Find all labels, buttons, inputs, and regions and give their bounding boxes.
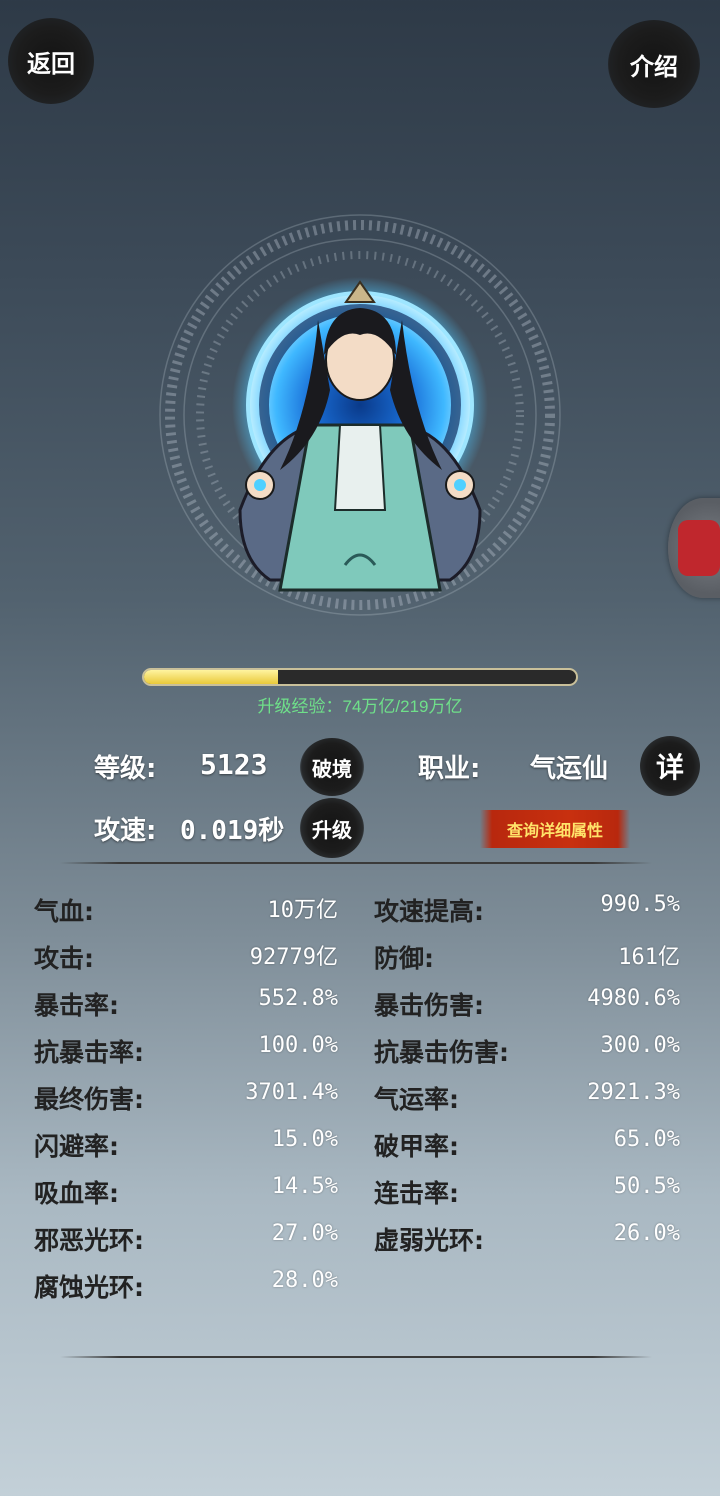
breakthrough-button[interactable]: 破境 [300, 738, 364, 796]
stat-value: 4980.6% [587, 986, 680, 1011]
stat-row: 最终伤害: 3701.4% 气运率: 2921.3% [34, 1080, 684, 1126]
attack-speed-label: 攻速: [94, 816, 157, 846]
stat-value: 3701.4% [245, 1080, 338, 1105]
book-icon [678, 520, 720, 576]
stat-label: 虚弱光环: [374, 1226, 484, 1255]
experience-bar [142, 668, 578, 686]
stat-value: 28.0% [271, 1268, 338, 1293]
class-value: 气运仙 [530, 754, 609, 784]
experience-fill [144, 670, 278, 684]
stat-value: 14.5% [271, 1174, 338, 1199]
level-label: 等级: [94, 754, 157, 784]
stat-row: 气血: 10万亿 攻速提高: 990.5% [34, 892, 684, 938]
stat-value: 50.5% [613, 1174, 680, 1199]
character-portrait [150, 210, 570, 640]
stat-label: 抗暴击伤害: [374, 1038, 509, 1067]
stat-label: 腐蚀光环: [34, 1273, 144, 1302]
experience-text: 升级经验：74万亿/219万亿 [257, 697, 463, 716]
intro-button[interactable]: 介绍 [608, 20, 700, 108]
side-book-tab[interactable] [668, 498, 720, 598]
stat-value: 15.0% [271, 1127, 338, 1152]
stat-label: 攻速提高: [374, 897, 484, 926]
query-attributes-button[interactable]: 查询详细属性 [480, 810, 630, 848]
stat-label: 最终伤害: [34, 1085, 144, 1114]
portrait-art [159, 214, 561, 616]
stat-row: 吸血率: 14.5% 连击率: 50.5% [34, 1174, 684, 1220]
stat-value: 2921.3% [587, 1080, 680, 1105]
stat-label: 暴击伤害: [374, 991, 484, 1020]
stat-value: 27.0% [271, 1221, 338, 1246]
stat-row: 腐蚀光环: 28.0% [34, 1268, 684, 1314]
stat-value: 300.0% [600, 1033, 680, 1058]
stat-label: 破甲率: [374, 1132, 459, 1161]
stat-label: 攻击: [34, 944, 94, 973]
stat-value: 990.5% [600, 892, 680, 917]
divider-bottom [60, 1356, 652, 1358]
stat-row: 邪恶光环: 27.0% 虚弱光环: 26.0% [34, 1221, 684, 1267]
stat-value: 26.0% [613, 1221, 680, 1246]
stat-label: 连击率: [374, 1179, 459, 1208]
stat-value: 552.8% [258, 986, 338, 1011]
stat-value: 10万亿 [267, 898, 339, 923]
upgrade-button[interactable]: 升级 [300, 798, 364, 858]
stat-row: 闪避率: 15.0% 破甲率: 65.0% [34, 1127, 684, 1173]
divider-top [60, 862, 652, 864]
stat-label: 邪恶光环: [34, 1226, 144, 1255]
attack-speed-value: 0.019秒 [180, 816, 285, 846]
stat-value: 161亿 [618, 945, 680, 970]
back-button[interactable]: 返回 [8, 18, 94, 104]
level-value: 5123 [200, 748, 268, 781]
stat-label: 暴击率: [34, 991, 119, 1020]
stat-row: 抗暴击率: 100.0% 抗暴击伤害: 300.0% [34, 1033, 684, 1079]
stat-label: 吸血率: [34, 1179, 119, 1208]
stat-label: 闪避率: [34, 1132, 119, 1161]
stat-value: 65.0% [613, 1127, 680, 1152]
class-label: 职业: [418, 754, 481, 784]
stat-row: 暴击率: 552.8% 暴击伤害: 4980.6% [34, 986, 684, 1032]
stat-label: 气运率: [374, 1085, 459, 1114]
stat-label: 抗暴击率: [34, 1038, 144, 1067]
detail-button[interactable]: 详 [640, 736, 700, 796]
stat-row: 攻击: 92779亿 防御: 161亿 [34, 939, 684, 985]
stat-value: 92779亿 [249, 945, 338, 970]
stat-label: 气血: [34, 897, 94, 926]
stat-label: 防御: [374, 944, 434, 973]
stat-value: 100.0% [258, 1033, 338, 1058]
